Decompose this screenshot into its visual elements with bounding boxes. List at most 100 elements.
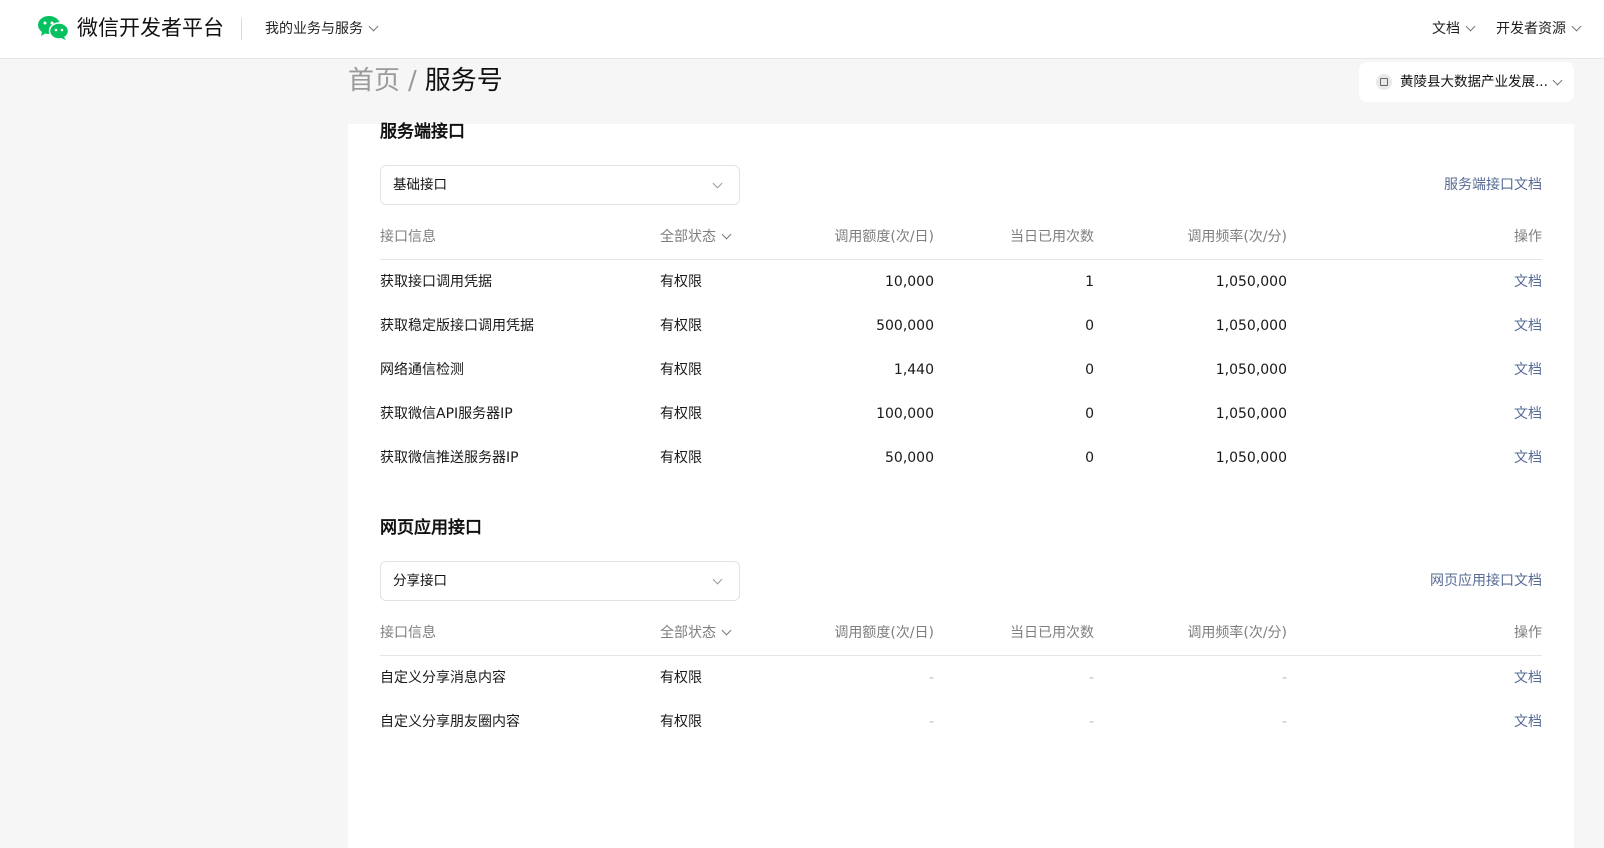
column-header-daily-quota: 调用额度(次/日) <box>834 625 934 641</box>
web-app-api-category-select[interactable]: 分享接口 <box>380 561 740 601</box>
api-daily-quota: 10,000 <box>885 274 934 290</box>
api-docs-link[interactable]: 文档 <box>1514 360 1542 380</box>
chevron-down-icon <box>712 178 723 189</box>
chevron-down-icon <box>1465 21 1476 32</box>
api-docs-link[interactable]: 文档 <box>1514 668 1542 688</box>
api-call-frequency: 1,050,000 <box>1215 450 1287 466</box>
api-used-today: 0 <box>1085 362 1094 378</box>
table-header: 接口信息 全部状态 调用额度(次/日) 当日已用次数 调用频率(次/分) 操作 <box>380 612 1542 656</box>
breadcrumb: 首页 / 服务号 <box>348 64 503 98</box>
api-daily-quota: 500,000 <box>876 318 934 334</box>
server-api-docs-link[interactable]: 服务端接口文档 <box>1444 175 1542 195</box>
my-business-menu[interactable]: 我的业务与服务 <box>265 19 379 39</box>
chevron-down-icon <box>721 229 732 240</box>
table-row: 获取微信API服务器IP 有权限 100,000 0 1,050,000 文档 <box>380 392 1542 436</box>
section-title-web-app-api: 网页应用接口 <box>380 518 482 538</box>
api-status: 有权限 <box>660 670 702 686</box>
status-filter-header[interactable]: 全部状态 <box>660 623 732 643</box>
table-row: 自定义分享朋友圈内容 有权限 - - - 文档 <box>380 700 1542 744</box>
api-used-today: 1 <box>1085 274 1094 290</box>
api-daily-quota: 1,440 <box>893 362 934 378</box>
nav-developer-resources-label: 开发者资源 <box>1496 21 1566 37</box>
table-row: 获取微信推送服务器IP 有权限 50,000 0 1,050,000 文档 <box>380 436 1542 480</box>
account-name: 黄陵县大数据产业发展... <box>1400 74 1548 90</box>
column-header-api-info: 接口信息 <box>380 229 436 245</box>
api-docs-link[interactable]: 文档 <box>1514 316 1542 336</box>
server-api-table: 接口信息 全部状态 调用额度(次/日) 当日已用次数 调用频率(次/分) 操作 … <box>380 216 1542 480</box>
api-daily-quota: 50,000 <box>885 450 934 466</box>
api-permissions-card: 服务端接口 基础接口 服务端接口文档 接口信息 全部状态 调用额度(次/日) 当… <box>348 122 1574 848</box>
account-switcher[interactable]: 黄陵县大数据产业发展... <box>1359 62 1574 102</box>
wechat-logo-icon[interactable] <box>37 15 69 41</box>
column-header-api-info: 接口信息 <box>380 625 436 641</box>
api-status: 有权限 <box>660 406 702 422</box>
column-header-actions: 操作 <box>1514 229 1542 245</box>
api-used-today: 0 <box>1085 450 1094 466</box>
table-row: 获取接口调用凭据 有权限 10,000 1 1,050,000 文档 <box>380 260 1542 304</box>
my-business-menu-label: 我的业务与服务 <box>265 21 363 37</box>
api-daily-quota: - <box>928 670 934 686</box>
api-used-today: - <box>1088 670 1094 686</box>
api-docs-link[interactable]: 文档 <box>1514 448 1542 468</box>
api-call-frequency: - <box>1281 670 1287 686</box>
table-header: 接口信息 全部状态 调用额度(次/日) 当日已用次数 调用频率(次/分) 操作 <box>380 216 1542 260</box>
chevron-down-icon <box>368 21 379 32</box>
chevron-down-icon <box>712 574 723 585</box>
api-name: 网络通信检测 <box>380 362 464 378</box>
api-status: 有权限 <box>660 362 702 378</box>
api-call-frequency: 1,050,000 <box>1215 406 1287 422</box>
column-header-call-frequency: 调用频率(次/分) <box>1187 229 1287 245</box>
chevron-down-icon <box>1552 75 1563 86</box>
nav-docs-menu[interactable]: 文档 <box>1432 19 1476 39</box>
api-used-today: 0 <box>1085 318 1094 334</box>
column-header-used-today: 当日已用次数 <box>1010 625 1094 641</box>
nav-docs-label: 文档 <box>1432 21 1460 37</box>
platform-brand-name[interactable]: 微信开发者平台 <box>77 15 224 42</box>
column-header-status: 全部状态 <box>660 229 716 245</box>
nav-developer-resources-menu[interactable]: 开发者资源 <box>1496 19 1582 39</box>
status-filter-header[interactable]: 全部状态 <box>660 227 732 247</box>
server-api-category-value: 基础接口 <box>393 177 447 193</box>
api-docs-link[interactable]: 文档 <box>1514 404 1542 424</box>
api-call-frequency: 1,050,000 <box>1215 318 1287 334</box>
breadcrumb-separator: / <box>408 66 417 96</box>
api-docs-link[interactable]: 文档 <box>1514 272 1542 292</box>
top-navigation-bar: 微信开发者平台 我的业务与服务 文档 开发者资源 <box>0 0 1604 59</box>
switch-account-icon <box>1376 74 1392 90</box>
api-name: 自定义分享消息内容 <box>380 670 506 686</box>
api-name: 获取稳定版接口调用凭据 <box>380 318 534 334</box>
chevron-down-icon <box>1571 21 1582 32</box>
section-title-server-api: 服务端接口 <box>380 122 465 142</box>
api-docs-link[interactable]: 文档 <box>1514 712 1542 732</box>
api-status: 有权限 <box>660 274 702 290</box>
api-daily-quota: 100,000 <box>876 406 934 422</box>
api-status: 有权限 <box>660 318 702 334</box>
chevron-down-icon <box>721 625 732 636</box>
table-row: 获取稳定版接口调用凭据 有权限 500,000 0 1,050,000 文档 <box>380 304 1542 348</box>
breadcrumb-home-link[interactable]: 首页 <box>348 66 400 96</box>
web-app-api-table: 接口信息 全部状态 调用额度(次/日) 当日已用次数 调用频率(次/分) 操作 … <box>380 612 1542 744</box>
api-name: 自定义分享朋友圈内容 <box>380 714 520 730</box>
table-row: 自定义分享消息内容 有权限 - - - 文档 <box>380 656 1542 700</box>
web-app-api-category-value: 分享接口 <box>393 573 447 589</box>
api-call-frequency: - <box>1281 714 1287 730</box>
api-status: 有权限 <box>660 450 702 466</box>
header-divider <box>241 18 242 40</box>
column-header-call-frequency: 调用频率(次/分) <box>1187 625 1287 641</box>
column-header-status: 全部状态 <box>660 625 716 641</box>
column-header-actions: 操作 <box>1514 625 1542 641</box>
api-used-today: - <box>1088 714 1094 730</box>
api-name: 获取微信API服务器IP <box>380 406 513 422</box>
api-call-frequency: 1,050,000 <box>1215 362 1287 378</box>
api-name: 获取微信推送服务器IP <box>380 450 519 466</box>
api-daily-quota: - <box>928 714 934 730</box>
server-api-category-select[interactable]: 基础接口 <box>380 165 740 205</box>
breadcrumb-current-page: 服务号 <box>424 66 503 96</box>
column-header-used-today: 当日已用次数 <box>1010 229 1094 245</box>
api-used-today: 0 <box>1085 406 1094 422</box>
web-app-api-docs-link[interactable]: 网页应用接口文档 <box>1430 571 1542 591</box>
api-name: 获取接口调用凭据 <box>380 274 492 290</box>
table-row: 网络通信检测 有权限 1,440 0 1,050,000 文档 <box>380 348 1542 392</box>
api-status: 有权限 <box>660 714 702 730</box>
column-header-daily-quota: 调用额度(次/日) <box>834 229 934 245</box>
